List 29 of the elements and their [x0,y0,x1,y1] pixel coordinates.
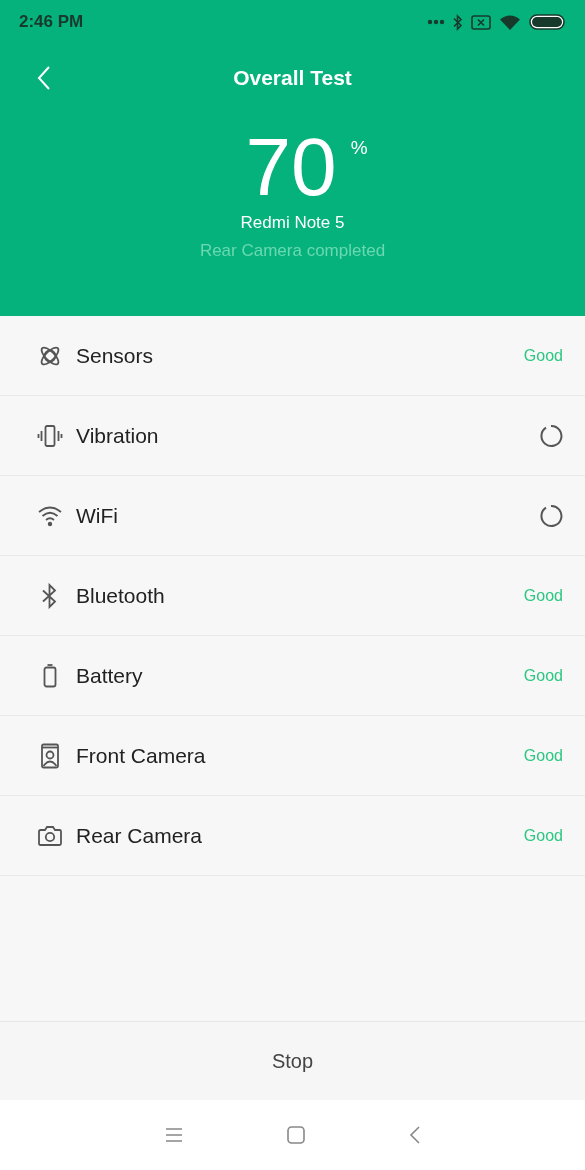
more-dots-icon [427,19,445,25]
test-name: Battery [76,663,144,688]
wifi-icon [499,14,521,30]
test-result: Good [523,746,563,765]
back-icon[interactable] [408,1125,421,1145]
bluetooth-icon [453,13,463,31]
test-result: Good [523,586,563,605]
test-name: Vibration [76,423,160,448]
battery-icon [529,14,565,30]
test-name: Rear Camera [76,823,204,848]
test-name: WiFi [76,503,119,528]
test-result: Good [523,346,563,365]
percent-sign: % [350,137,368,159]
test-result: Good [523,666,563,685]
home-square-icon[interactable] [286,1126,305,1144]
test-result: Good [523,826,563,845]
sim-icon [471,14,491,30]
test-name: Sensors [76,343,155,368]
device-name: Redmi Note 5 [240,213,345,233]
page-title: Overall Test [233,66,352,90]
loading-spinner-icon [539,503,563,528]
status-time: 2:46 PM [19,12,84,32]
progress-text: Rear Camera completed [199,241,386,261]
test-name: Front Camera [76,743,207,768]
vibration-icon [37,422,63,449]
menu-icon[interactable] [164,1127,183,1143]
test-name: Bluetooth [76,583,166,608]
loading-spinner-icon [539,423,563,448]
progress-percent: 70 [245,127,337,207]
